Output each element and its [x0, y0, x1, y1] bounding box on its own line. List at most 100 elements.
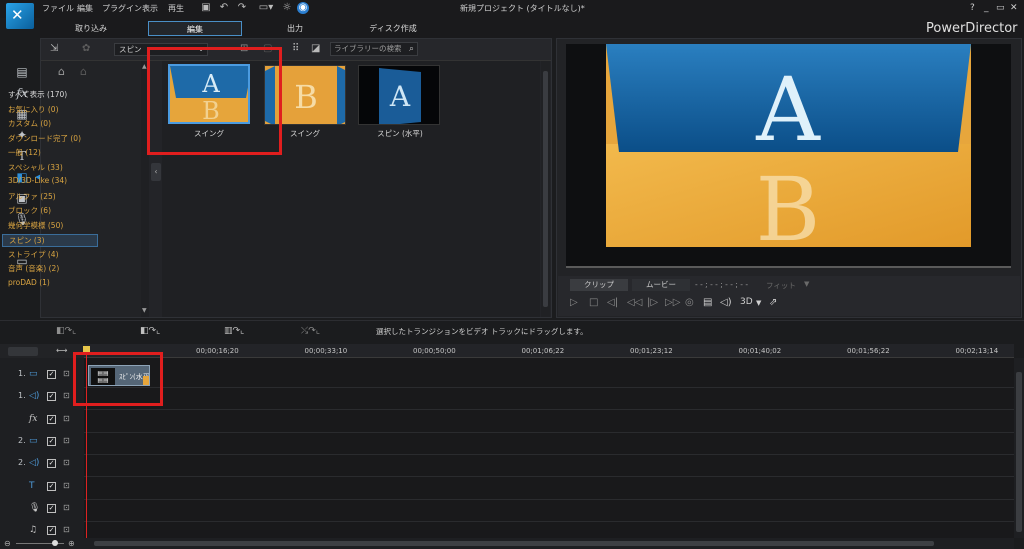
next-frame-icon[interactable]: |▷	[647, 297, 658, 308]
media-room-icon[interactable]: ▤	[14, 64, 30, 80]
category-item[interactable]: 音声 (音楽) (2)	[8, 263, 59, 274]
category-item[interactable]: アルファ (25)	[8, 191, 56, 202]
snapshot-icon[interactable]: ◎	[685, 297, 694, 308]
subtitle-icon[interactable]: ▤	[703, 297, 712, 308]
close-button[interactable]: ✕	[1010, 3, 1018, 13]
category-item[interactable]: ブロック (6)	[8, 205, 51, 216]
timecode-display[interactable]: - - ; - - ; - - ; - -	[695, 280, 748, 289]
redo-icon[interactable]: ↷	[236, 2, 248, 14]
track-area[interactable]	[84, 358, 1014, 538]
download-icon[interactable]: ✿	[82, 43, 90, 54]
apply-prefix-transition-icon[interactable]: ◧↷⌞	[56, 326, 76, 336]
track-enable-checkbox[interactable]: ✓	[47, 503, 56, 513]
track-manager-button[interactable]	[8, 347, 38, 356]
svg-text:B: B	[756, 158, 821, 261]
effect-track-icon: fx	[29, 413, 38, 424]
stop-icon[interactable]: □	[589, 297, 598, 308]
track-enable-checkbox[interactable]: ✓	[47, 526, 56, 536]
tab-produce[interactable]: 出力	[248, 21, 342, 36]
fast-forward-icon[interactable]: ▷▷	[665, 297, 680, 308]
track-enable-checkbox[interactable]: ✓	[47, 481, 56, 491]
scroll-down-icon[interactable]: ▼	[142, 307, 147, 314]
category-item[interactable]: スピン (3)	[2, 234, 98, 247]
save-icon[interactable]: ▣	[200, 2, 212, 14]
category-item[interactable]: スペシャル (33)	[8, 162, 63, 173]
library-search-input[interactable]: ライブラリーの検索 ⌕	[330, 42, 418, 56]
lock-icon[interactable]: ⊡	[63, 525, 70, 534]
thumbnail-size-icon[interactable]: ◪	[311, 43, 320, 54]
scroll-up-icon[interactable]: ▲	[142, 63, 147, 70]
track-number: 1.	[18, 391, 26, 401]
zoom-in-icon[interactable]: ⊕	[68, 539, 75, 548]
preview-seek-bar[interactable]	[566, 266, 1011, 268]
tab-disc-create[interactable]: ディスク作成	[346, 21, 440, 36]
lock-icon[interactable]: ⊡	[63, 436, 70, 445]
import-icon[interactable]: ⇲	[50, 43, 58, 54]
undock-preview-icon[interactable]: ⇗	[769, 297, 777, 308]
timeline-vertical-scrollbar[interactable]	[1014, 358, 1024, 538]
lock-icon[interactable]: ⊡	[63, 391, 70, 400]
account-icon[interactable]: ◉	[297, 2, 309, 14]
grid-view-icon[interactable]: ⠿	[292, 43, 299, 54]
track-enable-checkbox[interactable]: ✓	[47, 392, 56, 402]
menu-file[interactable]: ファイル	[42, 3, 74, 14]
ruler-tick-label: 00;01;23;12	[630, 347, 673, 355]
tab-edit[interactable]: 編集	[148, 21, 242, 36]
tab-capture[interactable]: 取り込み	[44, 21, 138, 36]
lock-icon[interactable]: ⊡	[63, 414, 70, 423]
play-icon[interactable]: ▷	[570, 297, 578, 308]
menu-edit[interactable]: 編集	[77, 3, 93, 14]
volume-icon[interactable]: ◁)	[720, 297, 732, 308]
fit-select[interactable]: フィット	[766, 280, 796, 291]
lock-icon[interactable]: ⊡	[63, 503, 70, 512]
random-transition-icon[interactable]: ⤯↷⌞	[301, 326, 320, 336]
aspect-ratio-icon[interactable]: ▭▾	[255, 2, 277, 14]
track-number: 2.	[18, 458, 26, 468]
category-item[interactable]: 幾何学模様 (50)	[8, 220, 63, 231]
category-item[interactable]: proDAD (1)	[8, 278, 50, 287]
fit-timeline-icon[interactable]: ⟷	[56, 346, 67, 355]
zoom-out-icon[interactable]: ⊖	[4, 539, 11, 548]
track-enable-checkbox[interactable]: ✓	[47, 414, 56, 424]
timeline-zoom-slider[interactable]: ⊖ ⊕	[0, 538, 84, 549]
category-item[interactable]: お気に入り (0)	[8, 104, 59, 115]
tag-icon[interactable]: ⌂	[58, 65, 65, 78]
minimize-button[interactable]: _	[984, 3, 989, 13]
collapse-categories-button[interactable]: ‹	[151, 163, 161, 181]
settings-icon[interactable]: ☼	[281, 2, 293, 14]
thumbnail-scrollbar[interactable]	[541, 61, 550, 317]
undo-icon[interactable]: ↶	[218, 2, 230, 14]
rewind-icon[interactable]: ◁◁	[627, 297, 642, 308]
apply-all-transition-icon[interactable]: ▥↷⌞	[224, 326, 244, 336]
category-item[interactable]: 一般 (12)	[8, 147, 41, 158]
menu-view[interactable]: 表示	[142, 3, 158, 14]
timeline-horizontal-scrollbar[interactable]	[84, 538, 1014, 549]
transition-thumbnail-spin-horizontal[interactable]: A	[358, 65, 440, 125]
zoom-handle[interactable]	[52, 540, 58, 546]
category-item[interactable]: カスタム (0)	[8, 118, 51, 129]
previous-frame-icon[interactable]: ◁|	[607, 297, 618, 308]
track-number: 2.	[18, 435, 26, 445]
category-item[interactable]: ダウンロード完了 (0)	[8, 133, 81, 144]
category-item[interactable]: 3D/3D-Like (34)	[8, 176, 67, 185]
tab-movie-preview[interactable]: ムービー	[632, 279, 690, 291]
lock-icon[interactable]: ⊡	[63, 369, 70, 378]
lock-icon[interactable]: ⊡	[63, 458, 70, 467]
apply-postfix-transition-icon[interactable]: ◧↷⌞	[140, 326, 160, 336]
tab-clip-preview[interactable]: クリップ	[570, 279, 628, 291]
restore-button[interactable]: ▭	[996, 3, 1005, 13]
lock-icon[interactable]: ⊡	[63, 481, 70, 490]
menu-playback[interactable]: 再生	[168, 3, 184, 14]
track-enable-checkbox[interactable]: ✓	[47, 436, 56, 446]
category-item[interactable]: ストライプ (4)	[8, 249, 59, 260]
svg-text:A: A	[755, 58, 821, 161]
remove-tag-icon[interactable]: ⌂	[80, 65, 87, 78]
category-item[interactable]: すべて表示 (170)	[8, 89, 67, 100]
menu-plugins[interactable]: プラグイン	[102, 3, 142, 14]
help-button[interactable]: ?	[970, 3, 975, 13]
track-enable-checkbox[interactable]: ✓	[47, 370, 56, 379]
chevron-down-icon[interactable]: ▼	[756, 299, 761, 307]
3d-mode-button[interactable]: 3D	[740, 297, 753, 307]
chevron-down-icon[interactable]: ▼	[804, 280, 809, 288]
track-enable-checkbox[interactable]: ✓	[47, 459, 56, 469]
